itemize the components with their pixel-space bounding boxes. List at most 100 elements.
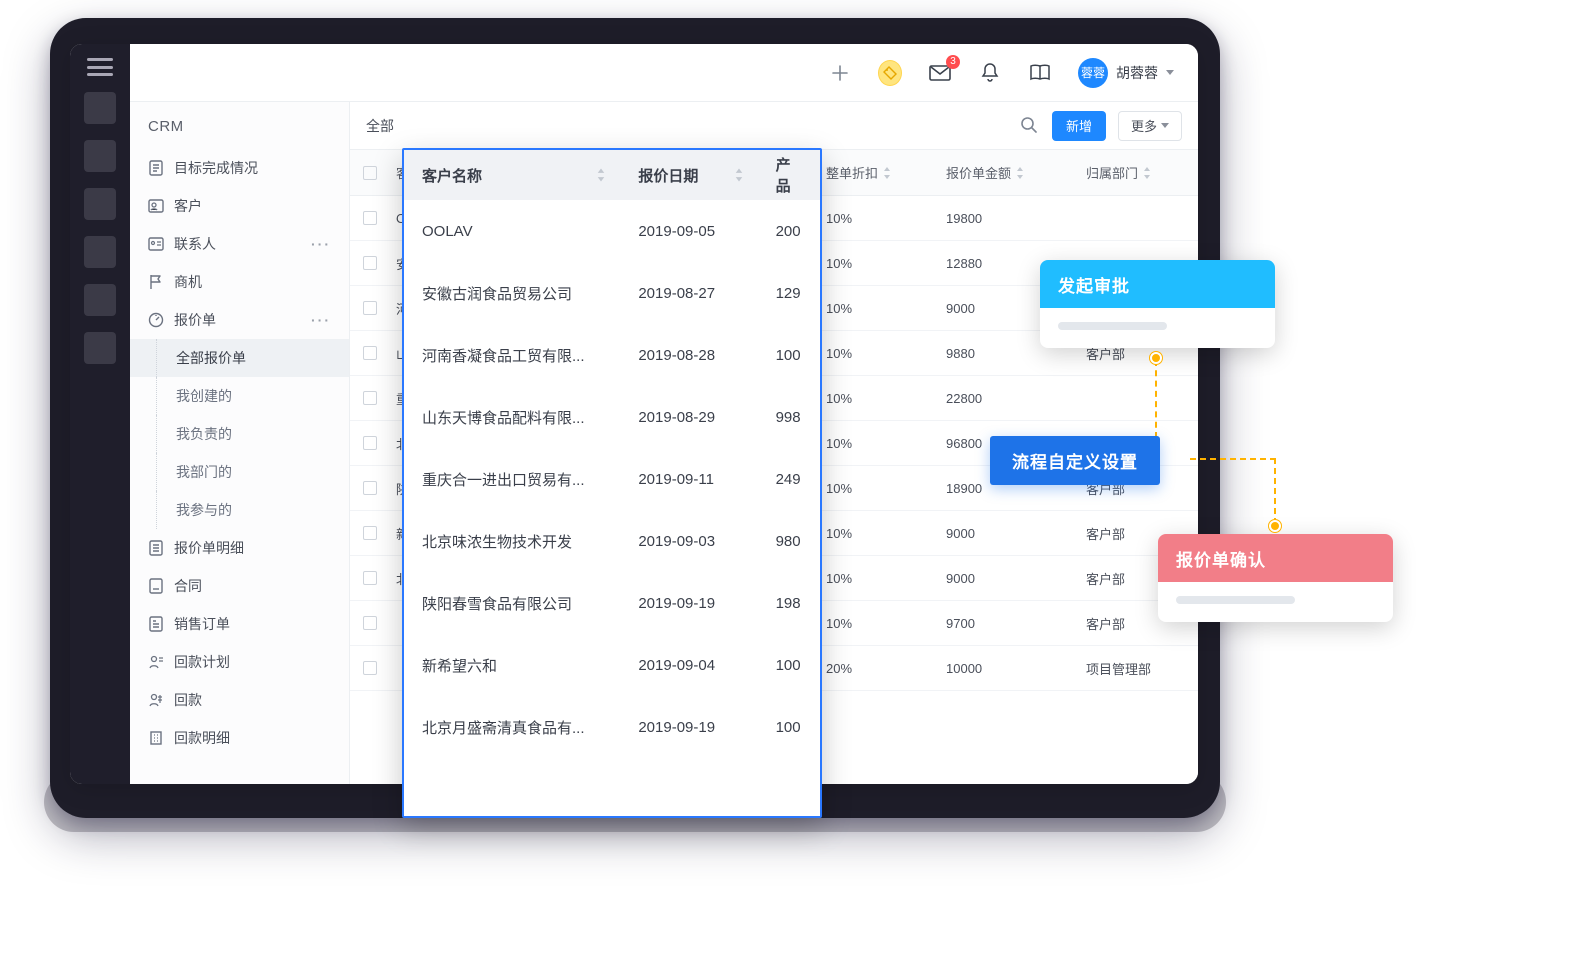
- sidebar-item[interactable]: 报价单明细: [130, 529, 349, 567]
- col-dept[interactable]: 归属部门: [1080, 163, 1198, 182]
- overlay-cell-customer: OOLAV: [404, 200, 620, 262]
- overlay-row[interactable]: 北京味浓生物技术开发2019-09-03980: [404, 510, 820, 572]
- row-checkbox[interactable]: [363, 391, 377, 405]
- nav-rail: [70, 44, 130, 784]
- overlay-col-customer[interactable]: 客户名称: [404, 150, 620, 200]
- select-all-checkbox[interactable]: [363, 166, 377, 180]
- sidebar-item[interactable]: 联系人···: [130, 225, 349, 263]
- row-checkbox[interactable]: [363, 256, 377, 270]
- cell-amount: 9000: [940, 526, 1080, 541]
- overlay-cell-product: 100: [758, 324, 820, 386]
- overlay-cell-product: 100: [758, 696, 820, 758]
- workflow-center-label: 流程自定义设置: [990, 436, 1160, 485]
- overlay-cell-product: 249: [758, 448, 820, 510]
- sidebar-item[interactable]: 报价单 ···: [130, 301, 349, 339]
- sidebar-item[interactable]: 目标完成情况: [130, 149, 349, 187]
- overlay-cell-customer: 安徽古润食品贸易公司: [404, 262, 620, 324]
- cell-discount: 10%: [820, 346, 940, 361]
- sidebar-item[interactable]: 销售订单: [130, 605, 349, 643]
- overlay-row[interactable]: 新希望六和2019-09-04100: [404, 634, 820, 696]
- mail-icon[interactable]: 3: [928, 61, 952, 85]
- more-dots-icon[interactable]: ···: [311, 236, 331, 252]
- cell-amount: 9000: [940, 571, 1080, 586]
- rail-tile[interactable]: [84, 284, 116, 316]
- sidebar-item-label: 商机: [174, 272, 202, 292]
- plus-icon[interactable]: [828, 61, 852, 85]
- person-icon: [148, 198, 164, 214]
- workflow-node-icon: [1150, 352, 1162, 364]
- overlay-cell-date: 2019-09-04: [620, 634, 757, 696]
- more-button[interactable]: 更多: [1118, 111, 1182, 141]
- row-checkbox[interactable]: [363, 526, 377, 540]
- user-menu[interactable]: 蓉蓉 胡蓉蓉: [1078, 58, 1174, 88]
- sidebar-item[interactable]: 客户: [130, 187, 349, 225]
- workflow-start-title: 发起审批: [1040, 260, 1275, 308]
- bell-icon[interactable]: [978, 61, 1002, 85]
- overlay-cell-date: 2019-08-28: [620, 324, 757, 386]
- overlay-cell-product: 980: [758, 510, 820, 572]
- overlay-cell-product: 100: [758, 634, 820, 696]
- add-button[interactable]: 新增: [1052, 111, 1106, 141]
- overlay-row[interactable]: 陕阳春雪食品有限公司2019-09-19198: [404, 572, 820, 634]
- overlay-row[interactable]: 安徽古润食品贸易公司2019-08-27129: [404, 262, 820, 324]
- overlay-row[interactable]: OOLAV2019-09-05200: [404, 200, 820, 262]
- sidebar-subitem[interactable]: 我负责的: [130, 415, 349, 453]
- sidebar-item[interactable]: 商机: [130, 263, 349, 301]
- avatar: 蓉蓉: [1078, 58, 1108, 88]
- row-checkbox[interactable]: [363, 346, 377, 360]
- col-amount[interactable]: 报价单金额: [940, 163, 1080, 182]
- cell-discount: 10%: [820, 256, 940, 271]
- row-checkbox[interactable]: [363, 301, 377, 315]
- sidebar-item-label: 客户: [174, 196, 202, 216]
- sidebar-subitem[interactable]: 我部门的: [130, 453, 349, 491]
- cell-discount: 10%: [820, 391, 940, 406]
- user-plan-icon: [148, 654, 164, 670]
- overlay-row[interactable]: 河南香凝食品工贸有限...2019-08-28100: [404, 324, 820, 386]
- row-checkbox[interactable]: [363, 436, 377, 450]
- overlay-row[interactable]: 重庆合一进出口贸易有...2019-09-11249: [404, 448, 820, 510]
- cell-dept: 项目管理部: [1080, 659, 1198, 678]
- sidebar-item-label: 合同: [174, 576, 202, 596]
- sidebar-subitem[interactable]: 全部报价单: [130, 339, 349, 377]
- sidebar-item[interactable]: 回款计划: [130, 643, 349, 681]
- menu-icon[interactable]: [87, 58, 113, 76]
- rail-tile[interactable]: [84, 140, 116, 172]
- doc-icon: [148, 160, 164, 176]
- overlay-cell-customer: 重庆合一进出口贸易有...: [404, 448, 620, 510]
- toolbar: 全部 新增 更多: [350, 102, 1198, 150]
- rail-tile[interactable]: [84, 236, 116, 268]
- cell-discount: 20%: [820, 661, 940, 676]
- view-tab[interactable]: 全部: [366, 116, 394, 136]
- row-checkbox[interactable]: [363, 661, 377, 675]
- highlight-overlay: 客户名称 报价日期 产品 OOLAV2019-09-05200安徽古润食品贸易公…: [402, 148, 822, 818]
- overlay-cell-date: 2019-09-05: [620, 200, 757, 262]
- overlay-cell-product: 998: [758, 386, 820, 448]
- cell-discount: 10%: [820, 616, 940, 631]
- sidebar-subitem[interactable]: 我参与的: [130, 491, 349, 529]
- overlay-row[interactable]: 山东天博食品配料有限...2019-08-29998: [404, 386, 820, 448]
- sidebar-item-label: 报价单: [174, 310, 216, 330]
- book-icon[interactable]: [1028, 61, 1052, 85]
- more-dots-icon[interactable]: ···: [311, 312, 331, 328]
- row-checkbox[interactable]: [363, 481, 377, 495]
- sidebar-subitem[interactable]: 我创建的: [130, 377, 349, 415]
- overlay-col-product[interactable]: 产品: [758, 150, 820, 200]
- rail-tile[interactable]: [84, 92, 116, 124]
- building-icon: [148, 730, 164, 746]
- sidebar-item[interactable]: 回款: [130, 681, 349, 719]
- row-checkbox[interactable]: [363, 616, 377, 630]
- col-discount[interactable]: 整单折扣: [820, 163, 940, 182]
- tag-icon[interactable]: [878, 61, 902, 85]
- overlay-cell-product: 129: [758, 262, 820, 324]
- sidebar-item-label: 回款明细: [174, 728, 230, 748]
- search-icon[interactable]: [1020, 116, 1040, 136]
- overlay-row[interactable]: 北京月盛斋清真食品有...2019-09-19100: [404, 696, 820, 758]
- rail-tile[interactable]: [84, 332, 116, 364]
- user-money-icon: [148, 692, 164, 708]
- rail-tile[interactable]: [84, 188, 116, 220]
- row-checkbox[interactable]: [363, 571, 377, 585]
- sidebar-item[interactable]: 回款明细: [130, 719, 349, 757]
- overlay-col-date[interactable]: 报价日期: [620, 150, 757, 200]
- sidebar-item[interactable]: 合同: [130, 567, 349, 605]
- row-checkbox[interactable]: [363, 211, 377, 225]
